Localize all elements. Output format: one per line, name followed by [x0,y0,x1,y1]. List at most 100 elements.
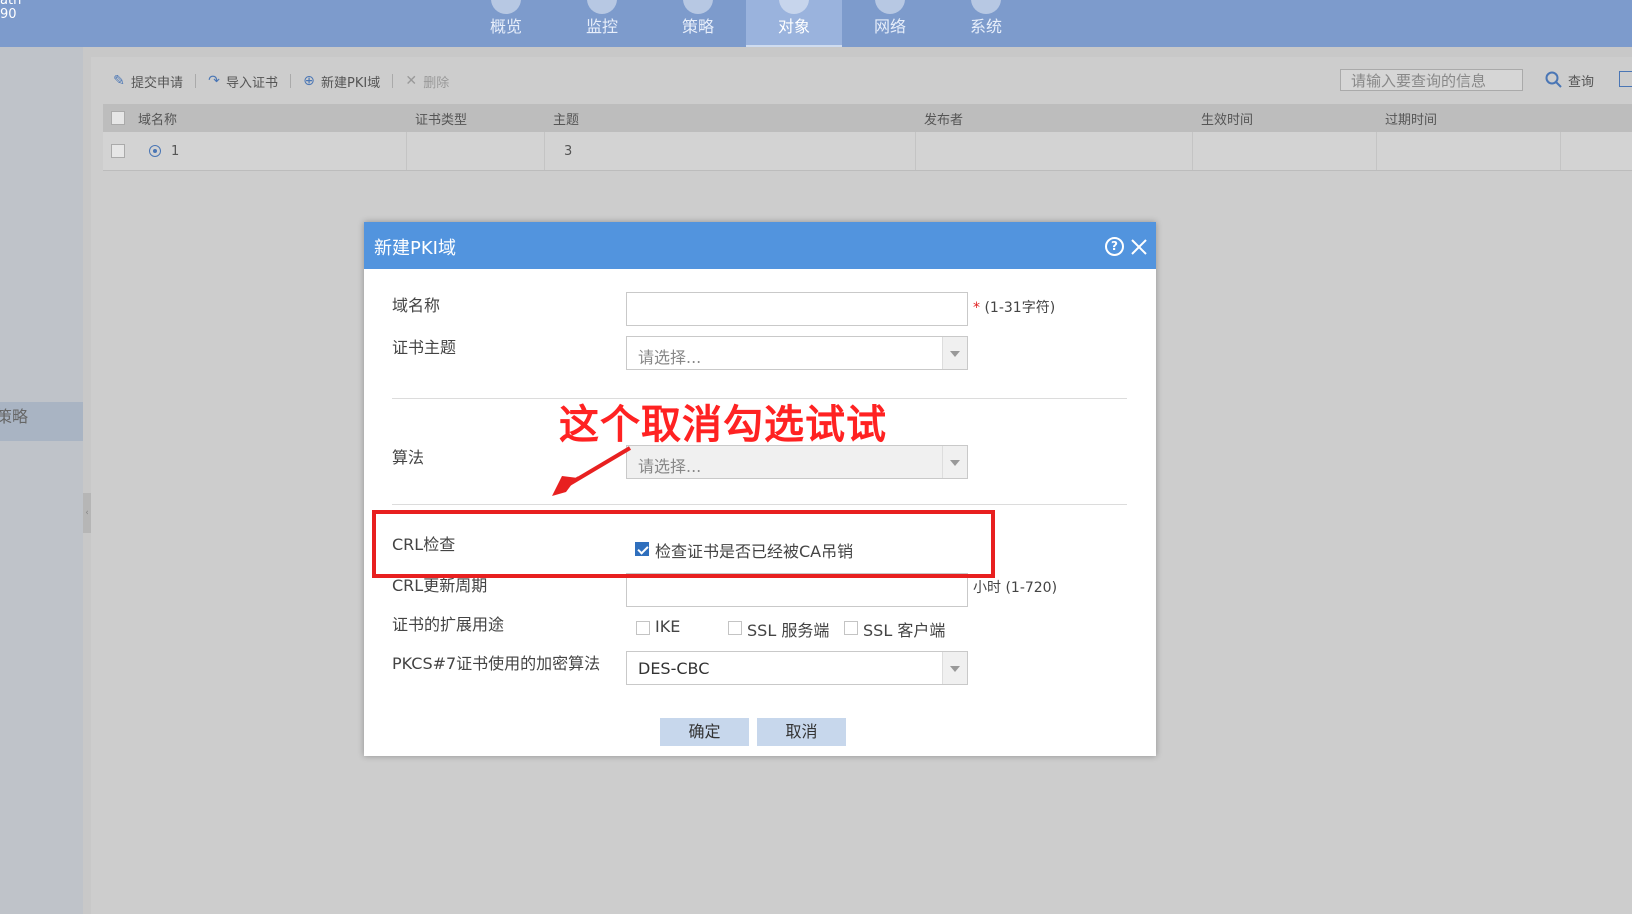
chevron-down-icon[interactable] [942,446,967,478]
search-input[interactable]: 请输入要查询的信息 [1340,69,1523,91]
pkcs7-algorithm-select[interactable]: DES-CBC [626,651,968,685]
section-divider [392,504,1127,505]
ike-checkbox[interactable] [636,621,650,635]
column-header-issuer[interactable]: 发布者 [924,104,963,132]
submit-request-button[interactable]: ✎ 提交申请 [111,72,183,91]
nav-item-network[interactable]: 网络 [842,0,938,47]
new-pki-domain-dialog: 新建PKI域 ? 域名称 * (1-31字符) 证书主题 请选择... 算法 请… [364,222,1156,756]
brand-line-2: 90 [0,7,17,22]
row-domain-name: 1 [171,143,180,159]
algorithm-value: 请选择... [638,457,702,476]
chevron-down-icon[interactable] [942,652,967,684]
import-cert-label: 导入证书 [226,75,279,91]
row-name-cell: 1 [103,132,407,170]
cert-subject-label: 证书主题 [392,338,457,357]
search-icon [1545,71,1562,88]
nav-item-policy[interactable]: 策略 [650,0,746,47]
row-start-time [1193,132,1377,170]
domain-name-range: (1-31字符) [984,300,1056,316]
pkcs7-label: PKCS#7证书使用的加密算法 [392,654,601,673]
delete-button[interactable]: ✕ 删除 [403,72,449,91]
top-navigation-bar: ath 90 概览 监控 策略 对象 网络 系统 [0,0,1632,47]
nav-item-system[interactable]: 系统 [938,0,1034,47]
nav-label: 系统 [969,17,1002,36]
new-pki-domain-button[interactable]: ⊕ 新建PKI域 [301,72,380,91]
ssl-client-checkbox[interactable] [844,621,858,635]
sidebar-collapse-handle[interactable]: ‹ [83,493,91,533]
nav-item-monitor[interactable]: 监控 [554,0,650,47]
column-header-end-time[interactable]: 过期时间 [1385,104,1437,132]
column-header-start-time[interactable]: 生效时间 [1201,104,1253,132]
domain-name-label: 域名称 [392,296,441,315]
domain-name-input[interactable] [626,292,968,326]
nav-label: 网络 [873,17,906,36]
document-edit-icon: ✎ [113,73,125,89]
nav-label: 对象 [777,17,810,36]
algorithm-select[interactable]: 请选择... [626,445,968,479]
search-button-label: 查询 [1568,74,1595,90]
row-cert-type [407,132,545,170]
expand-icon[interactable] [149,145,161,157]
column-header-domain-name[interactable]: 域名称 [138,104,177,132]
column-header-cert-type[interactable]: 证书类型 [415,104,467,132]
policy-icon [683,0,713,14]
row-checkbox[interactable] [111,144,125,158]
chevron-down-icon[interactable] [942,337,967,369]
brand-text: ath 90 [0,0,21,22]
import-icon: ↷ [208,73,220,89]
help-icon[interactable]: ? [1105,237,1124,256]
network-icon [875,0,905,14]
annotation-text: 这个取消勾选试试 [559,402,887,448]
row-issuer [916,132,1193,170]
annotation-highlight-box [372,510,995,578]
toolbar: ✎ 提交申请 ↷ 导入证书 ⊕ 新建PKI域 ✕ 删除 [111,69,461,93]
object-icon [779,0,809,14]
crl-period-hint: 小时 (1-720) [973,580,1058,596]
nav-label: 概览 [489,17,522,36]
ok-button[interactable]: 确定 [660,718,749,746]
cert-subject-value: 请选择... [638,348,702,367]
nav-item-object[interactable]: 对象 [746,0,842,47]
export-icon[interactable] [1619,71,1632,87]
nav-item-overview[interactable]: 概览 [458,0,554,47]
ssl-server-checkbox[interactable] [728,621,742,635]
ssl-client-label[interactable]: SSL 客户端 [863,617,945,641]
pki-domain-table: 域名称 证书类型 主题 发布者 生效时间 过期时间 1 3 [103,104,1632,171]
row-subject: 3 [545,132,916,170]
cancel-button[interactable]: 取消 [757,718,846,746]
crl-period-input[interactable] [626,573,968,607]
algorithm-label: 算法 [392,448,425,467]
ike-label[interactable]: IKE [655,617,680,636]
toolbar-separator [195,74,197,88]
column-header-subject[interactable]: 主题 [553,104,579,132]
new-pki-domain-label: 新建PKI域 [321,75,381,91]
required-mark: * [973,300,980,316]
nav-label: 监控 [585,17,618,36]
import-cert-button[interactable]: ↷ 导入证书 [206,72,278,91]
ssl-server-label[interactable]: SSL 服务端 [747,617,829,641]
annotation-arrow-icon [552,446,632,496]
main-nav: 概览 监控 策略 对象 网络 系统 [458,0,1034,47]
pkcs7-algorithm-value: DES-CBC [638,659,710,678]
cert-subject-select[interactable]: 请选择... [626,336,968,370]
submit-request-label: 提交申请 [131,75,184,91]
domain-name-hint: * (1-31字符) [973,297,1055,317]
toolbar-separator [290,74,292,88]
system-icon [971,0,1001,14]
plus-circle-icon: ⊕ [303,73,315,89]
row-end-time [1377,132,1561,170]
delete-label: 删除 [423,75,450,91]
close-icon[interactable] [1129,237,1149,257]
ext-usage-label: 证书的扩展用途 [392,615,505,634]
select-all-checkbox-cell [111,104,125,132]
overview-icon [491,0,521,14]
dialog-title: 新建PKI域 [374,238,456,259]
table-header: 域名称 证书类型 主题 发布者 生效时间 过期时间 [103,104,1632,132]
search-button[interactable]: 查询 [1545,69,1594,91]
nav-label: 策略 [681,17,714,36]
table-row[interactable]: 1 3 [103,132,1632,171]
toolbar-separator [392,74,394,88]
dialog-header: 新建PKI域 ? [364,222,1156,269]
sidebar-item-policy[interactable]: 策略 [0,403,28,427]
select-all-checkbox[interactable] [111,111,125,125]
